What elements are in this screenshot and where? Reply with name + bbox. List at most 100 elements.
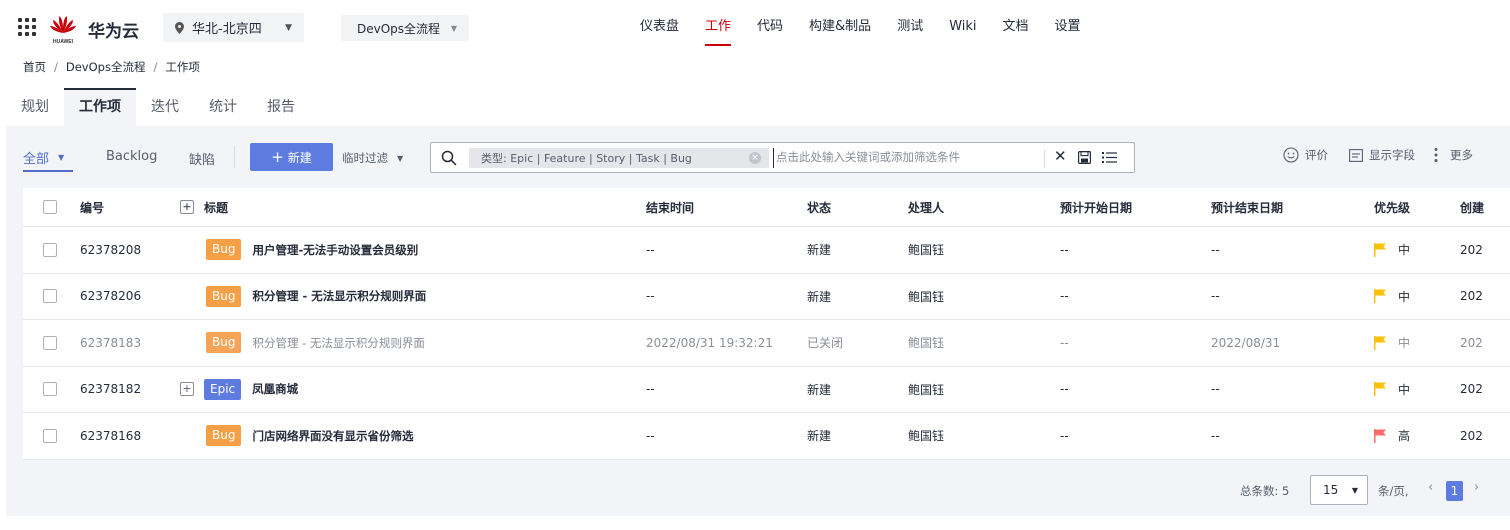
cell-assignee[interactable]: 鲍国钰 [908, 320, 944, 366]
nav-test[interactable]: 测试 [897, 0, 923, 54]
header-assignee[interactable]: 处理人 [908, 188, 944, 226]
cell-priority[interactable]: 中 [1374, 227, 1410, 273]
cell-assignee[interactable]: 鲍国钰 [908, 413, 944, 459]
work-items-table: 编号 + 标题 结束时间 状态 处理人 预计开始日期 预计结束日期 优先级 创建… [23, 188, 1510, 460]
type-badge: Bug [206, 425, 242, 447]
breadcrumb-separator: / [54, 60, 58, 74]
expand-row-icon[interactable]: + [180, 382, 194, 397]
toolbar: 全部 ▼ Backlog 缺陷 + 新建 临时过滤 ▼ 类型: Epic | F… [6, 126, 1510, 188]
table-row[interactable]: 62378206 Bug 积分管理 - 无法显示积分规则界面 -- 新建 鲍国钰… [23, 274, 1510, 320]
flag-high-icon [1374, 428, 1386, 443]
cell-title: + Epic 凤凰商城 [180, 367, 298, 413]
new-work-item-button[interactable]: + 新建 [250, 143, 333, 171]
breadcrumb-project[interactable]: DevOps全流程 [66, 59, 146, 75]
cell-priority[interactable]: 中 [1374, 320, 1410, 366]
tab-iteration[interactable]: 迭代 [136, 88, 194, 126]
expand-all-icon[interactable]: + [180, 200, 194, 214]
next-page-icon[interactable]: › [1474, 480, 1479, 495]
table-row[interactable]: 62378182 + Epic 凤凰商城 -- 新建 鲍国钰 -- -- 中 2… [23, 367, 1510, 413]
row-checkbox-cell [43, 367, 57, 413]
cell-end-time: 2022/08/31 19:32:21 [646, 335, 773, 350]
select-all-checkbox[interactable] [43, 200, 57, 214]
tab-statistics[interactable]: 统计 [194, 88, 252, 126]
nav-work[interactable]: 工作 [705, 0, 732, 54]
cell-status[interactable]: 新建 [807, 274, 831, 320]
work-items-panel: 全部 ▼ Backlog 缺陷 + 新建 临时过滤 ▼ 类型: Epic | F… [6, 126, 1510, 516]
header-title[interactable]: 标题 [204, 199, 228, 216]
breadcrumb-home[interactable]: 首页 [23, 59, 46, 75]
huawei-logo[interactable]: HUAWEI [48, 13, 78, 45]
row-checkbox[interactable] [43, 242, 57, 257]
brand-name: 华为云 [88, 22, 139, 42]
region-label: 华北-北京四 [192, 22, 262, 37]
header-end-time[interactable]: 结束时间 [646, 188, 694, 226]
cell-created: 202 [1460, 289, 1483, 304]
table-row[interactable]: 62378183 Bug 积分管理 - 无法显示积分规则界面 2022/08/3… [23, 320, 1510, 367]
cell-status[interactable]: 已关闭 [807, 320, 843, 366]
row-checkbox[interactable] [43, 428, 57, 443]
header-status[interactable]: 状态 [807, 188, 831, 226]
header-plan-start[interactable]: 预计开始日期 [1060, 188, 1132, 226]
type-filter-chip[interactable]: 类型: Epic | Feature | Story | Task | Bug … [469, 148, 769, 168]
filter-list-icon[interactable] [1102, 151, 1117, 164]
work-item-title-link[interactable]: 积分管理 - 无法显示积分规则界面 [252, 335, 424, 351]
clear-icon[interactable]: ✕ [1054, 147, 1067, 165]
tab-plan[interactable]: 规划 [6, 88, 64, 126]
region-selector[interactable]: 华北-北京四 ▼ [163, 13, 304, 42]
nav-dashboard[interactable]: 仪表盘 [640, 0, 679, 54]
type-badge: Bug [206, 285, 242, 307]
prev-page-icon[interactable]: ‹ [1428, 480, 1433, 495]
apps-grid-icon[interactable] [18, 18, 36, 36]
header-id[interactable]: 编号 [80, 188, 104, 226]
table-row[interactable]: 62378208 Bug 用户管理-无法手动设置会员级别 -- 新建 鲍国钰 -… [23, 227, 1510, 274]
nav-settings[interactable]: 设置 [1055, 0, 1081, 54]
smile-icon [1283, 147, 1299, 163]
breadcrumb-current: 工作项 [165, 60, 200, 74]
more-button[interactable]: 更多 [1434, 147, 1473, 163]
cell-end-time: -- [646, 428, 655, 443]
project-label: DevOps全流程 [357, 21, 441, 36]
scope-active-indicator [23, 170, 73, 172]
show-fields-button[interactable]: 显示字段 [1349, 147, 1415, 163]
header-created[interactable]: 创建 [1460, 188, 1484, 226]
save-filter-icon[interactable] [1078, 151, 1091, 164]
work-item-title-link[interactable]: 凤凰商城 [252, 381, 298, 397]
nav-wiki[interactable]: Wiki [949, 0, 976, 54]
tab-report[interactable]: 报告 [252, 88, 310, 126]
backlog-filter[interactable]: Backlog [106, 149, 157, 164]
search-input[interactable] [773, 148, 1038, 168]
work-item-title-link[interactable]: 积分管理 - 无法显示积分规则界面 [252, 288, 426, 304]
table-row[interactable]: 62378168 Bug 门店网络界面没有显示省份筛选 -- 新建 鲍国钰 --… [23, 413, 1510, 460]
page-number-current[interactable]: 1 [1446, 481, 1463, 501]
row-checkbox[interactable] [43, 382, 57, 397]
scope-filter-all[interactable]: 全部 ▼ [23, 148, 64, 167]
defect-filter[interactable]: 缺陷 [189, 149, 215, 168]
header-priority[interactable]: 优先级 [1374, 188, 1410, 226]
cell-priority[interactable]: 高 [1374, 413, 1410, 459]
location-pin-icon [175, 21, 184, 34]
nav-docs[interactable]: 文档 [1003, 0, 1029, 54]
cell-assignee[interactable]: 鲍国钰 [908, 274, 944, 320]
project-selector[interactable]: DevOps全流程 ▼ [341, 15, 469, 41]
cell-priority[interactable]: 中 [1374, 274, 1410, 320]
rate-button[interactable]: 评价 [1283, 147, 1328, 163]
header-plan-end[interactable]: 预计结束日期 [1211, 188, 1283, 226]
row-checkbox[interactable] [43, 289, 57, 304]
row-checkbox[interactable] [43, 335, 57, 350]
tab-work-items[interactable]: 工作项 [64, 88, 136, 126]
cell-status[interactable]: 新建 [807, 413, 831, 459]
cell-priority[interactable]: 中 [1374, 367, 1410, 413]
cell-status[interactable]: 新建 [807, 367, 831, 413]
top-bar: HUAWEI 华为云 华北-北京四 ▼ DevOps全流程 ▼ 仪表盘 工作 代… [0, 0, 1510, 54]
cell-assignee[interactable]: 鲍国钰 [908, 367, 944, 413]
cell-status[interactable]: 新建 [807, 227, 831, 273]
cell-assignee[interactable]: 鲍国钰 [908, 227, 944, 273]
temp-filter-dropdown[interactable]: 临时过滤 ▼ [342, 150, 403, 166]
page-size-select[interactable]: 15 ▼ [1310, 475, 1368, 505]
chip-remove-icon[interactable]: × [749, 152, 761, 164]
nav-build-artifacts[interactable]: 构建&制品 [809, 0, 871, 54]
work-item-title-link[interactable]: 门店网络界面没有显示省份筛选 [252, 428, 413, 444]
nav-code[interactable]: 代码 [757, 0, 783, 54]
cell-created: 202 [1460, 335, 1483, 350]
work-item-title-link[interactable]: 用户管理-无法手动设置会员级别 [252, 242, 418, 258]
